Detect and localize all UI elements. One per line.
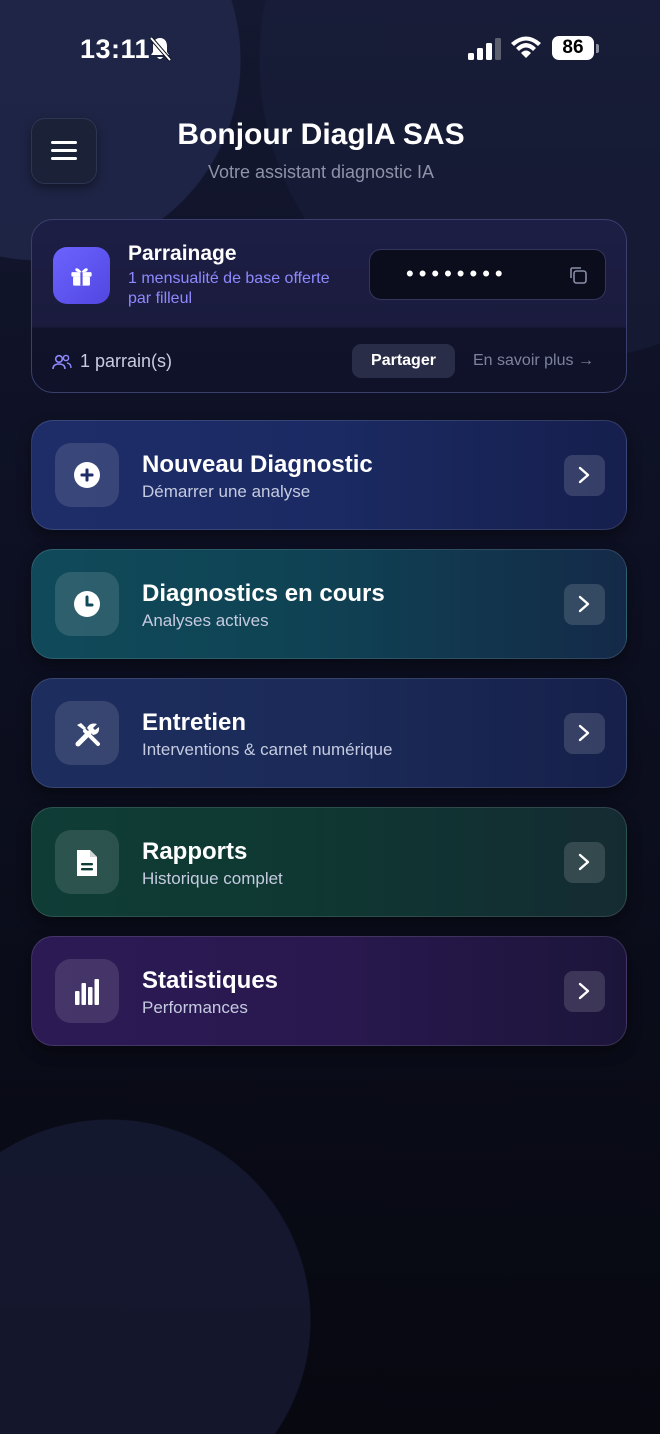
chevron-right-icon[interactable] — [564, 971, 605, 1012]
wifi-icon — [511, 36, 541, 58]
page-title: Bonjour DiagIA SAS — [177, 118, 465, 151]
copy-icon[interactable] — [568, 265, 588, 285]
new-diagnostic-card[interactable]: Nouveau Diagnostic Démarrer une analyse — [31, 420, 627, 530]
maintenance-card[interactable]: Entretien Interventions & carnet numériq… — [31, 678, 627, 788]
gift-icon — [53, 247, 110, 304]
statistics-card[interactable]: Statistiques Performances — [31, 936, 627, 1046]
referral-title: Parrainage — [128, 242, 237, 265]
status-bar: 13:11 86 — [0, 0, 660, 100]
reports-card[interactable]: Rapports Historique complet — [31, 807, 627, 917]
ongoing-diagnostics-card[interactable]: Diagnostics en cours Analyses actives — [31, 549, 627, 659]
share-button[interactable]: Partager — [352, 344, 455, 378]
referral-code: •••••••• — [406, 261, 508, 286]
learn-more-link[interactable]: En savoir plus → — [473, 352, 594, 370]
document-icon — [55, 830, 119, 894]
referral-card: Parrainage 1 mensualité de base offerte … — [31, 219, 627, 393]
bar-chart-icon — [55, 959, 119, 1023]
chevron-right-icon[interactable] — [564, 455, 605, 496]
referral-code-field[interactable]: •••••••• — [369, 249, 606, 300]
card-title: Diagnostics en cours — [142, 580, 385, 607]
chevron-right-icon[interactable] — [564, 842, 605, 883]
card-title: Entretien — [142, 709, 247, 736]
card-subtitle: Historique complet — [142, 869, 283, 888]
bell-muted-icon — [149, 36, 172, 62]
tools-icon — [55, 701, 119, 765]
users-icon — [52, 354, 72, 370]
page-subtitle: Votre assistant diagnostic IA — [207, 162, 435, 182]
card-title: Statistiques — [142, 967, 279, 994]
chevron-right-icon[interactable] — [564, 713, 605, 754]
chevron-right-icon[interactable] — [564, 584, 605, 625]
card-title: Rapports — [142, 838, 248, 865]
card-subtitle: Démarrer une analyse — [142, 482, 311, 501]
status-time: 13:11 — [80, 34, 151, 64]
plus-circle-icon — [55, 443, 119, 507]
referral-count: 1 parrain(s) — [80, 351, 173, 371]
referral-description: 1 mensualité de base offerte par filleul — [128, 270, 330, 307]
clock-icon — [55, 572, 119, 636]
card-subtitle: Analyses actives — [142, 611, 269, 630]
card-subtitle: Performances — [142, 998, 248, 1017]
card-title: Nouveau Diagnostic — [142, 451, 373, 478]
battery-indicator: 86 — [552, 36, 600, 62]
cellular-signal-icon — [468, 38, 501, 60]
card-subtitle: Interventions & carnet numérique — [142, 740, 393, 759]
battery-level: 86 — [552, 36, 594, 60]
